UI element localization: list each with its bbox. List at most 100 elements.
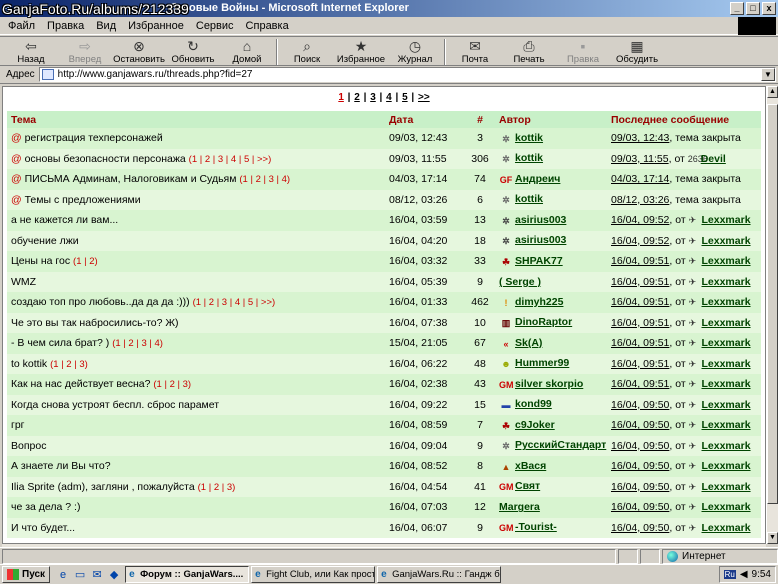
topic-pages[interactable]: (1 | 2 | 3 | 4) bbox=[239, 174, 290, 185]
last-post-link[interactable]: 16/04, 09:50 bbox=[611, 501, 669, 513]
last-author-link[interactable]: Lexxmark bbox=[702, 460, 751, 472]
last-post-link[interactable]: 16/04, 09:50 bbox=[611, 481, 669, 493]
last-post-link[interactable]: 16/04, 09:51 bbox=[611, 276, 669, 288]
topic-pages[interactable]: (1 | 2 | 3) bbox=[198, 482, 236, 493]
topic-link[interactable]: обучение лжи bbox=[11, 235, 79, 247]
author-link[interactable]: kond99 bbox=[515, 398, 552, 410]
author-link[interactable]: c9Joker bbox=[515, 419, 555, 431]
topic-link[interactable]: создаю топ про любовь..да да да :))) bbox=[11, 296, 190, 308]
last-author-link[interactable]: Lexxmark bbox=[702, 419, 751, 431]
last-post-link[interactable]: 04/03, 17:14 bbox=[611, 173, 669, 185]
last-post-link[interactable]: 16/04, 09:50 bbox=[611, 460, 669, 472]
menu-favorites[interactable]: Избранное bbox=[128, 20, 184, 32]
last-author-link[interactable]: Lexxmark bbox=[702, 255, 751, 267]
topic-link[interactable]: - В чем сила брат? ) bbox=[11, 337, 109, 349]
topic-link[interactable]: Темы с предложениями bbox=[25, 194, 141, 206]
topic-link[interactable]: Когда снова устроят беспл. сброс парамет bbox=[11, 399, 219, 411]
vertical-scrollbar[interactable]: ▲ ▼ bbox=[766, 86, 778, 544]
author-link[interactable]: SHPAK77 bbox=[515, 255, 563, 267]
back-button[interactable]: ⇦ Назад bbox=[4, 37, 58, 67]
task-forum[interactable]: Форум :: GanjaWars.... bbox=[125, 566, 250, 583]
topic-link[interactable]: А знаете ли Вы что? bbox=[11, 460, 111, 472]
page-link-next[interactable]: >> bbox=[418, 92, 430, 103]
last-post-link[interactable]: 16/04, 09:50 bbox=[611, 399, 669, 411]
mail-button[interactable]: ✉ Почта bbox=[448, 37, 502, 67]
last-author-link[interactable]: Lexxmark bbox=[702, 378, 751, 390]
last-post-link[interactable]: 16/04, 09:52 bbox=[611, 235, 669, 247]
author-link[interactable]: РусскийСтандарт bbox=[515, 439, 606, 451]
maximize-button[interactable]: □ bbox=[746, 2, 760, 15]
topic-pages[interactable]: (1 | 2 | 3 | 4 | 5 | >>) bbox=[193, 297, 276, 308]
topic-link[interactable]: грг bbox=[11, 419, 25, 431]
address-input[interactable]: http://www.ganjawars.ru/threads.php?fid=… bbox=[38, 67, 776, 82]
last-author-link[interactable]: Lexxmark bbox=[702, 358, 751, 370]
last-post-link[interactable]: 16/04, 09:50 bbox=[611, 440, 669, 452]
author-link[interactable]: dimyh225 bbox=[515, 296, 563, 308]
scroll-thumb[interactable] bbox=[767, 104, 778, 504]
menu-file[interactable]: Файл bbox=[8, 20, 35, 32]
author-link[interactable]: Sk(A) bbox=[515, 337, 542, 349]
menu-tools[interactable]: Сервис bbox=[196, 20, 234, 32]
topic-link[interactable]: Че это вы так набросились-то? Ж) bbox=[11, 317, 179, 329]
task-fightclub[interactable]: Fight Club, или Как прост... bbox=[251, 566, 376, 583]
last-author-link[interactable]: Lexxmark bbox=[702, 337, 751, 349]
topic-link[interactable]: И что будет... bbox=[11, 522, 75, 534]
last-post-link[interactable]: 16/04, 09:51 bbox=[611, 358, 669, 370]
last-post-link[interactable]: 16/04, 09:51 bbox=[611, 378, 669, 390]
topic-link[interactable]: Цены на гос bbox=[11, 255, 70, 267]
last-post-link[interactable]: 08/12, 03:26 bbox=[611, 194, 669, 206]
topic-link[interactable]: to kottik bbox=[11, 358, 47, 370]
topic-link[interactable]: основы безопасности персонажа bbox=[25, 153, 186, 165]
page-link-2[interactable]: 2 bbox=[354, 92, 360, 103]
author-link[interactable]: kottik bbox=[515, 193, 543, 205]
desktop-quicklaunch-icon[interactable]: ▭ bbox=[73, 568, 87, 582]
discuss-button[interactable]: ▦ Обсудить bbox=[610, 37, 664, 67]
last-author-link[interactable]: Devil bbox=[701, 153, 726, 165]
stop-button[interactable]: ⊗ Остановить bbox=[112, 37, 166, 67]
last-post-link[interactable]: 16/04, 09:50 bbox=[611, 522, 669, 534]
author-link[interactable]: asirius003 bbox=[515, 214, 566, 226]
menu-view[interactable]: Вид bbox=[96, 20, 116, 32]
last-post-link[interactable]: 09/03, 12:43 bbox=[611, 132, 669, 144]
last-post-link[interactable]: 16/04, 09:51 bbox=[611, 255, 669, 267]
last-author-link[interactable]: Lexxmark bbox=[702, 522, 751, 534]
last-author-link[interactable]: Lexxmark bbox=[702, 501, 751, 513]
topic-pages[interactable]: (1 | 2 | 3) bbox=[50, 359, 88, 370]
edit-button[interactable]: ▪ Правка bbox=[556, 37, 610, 67]
menu-edit[interactable]: Правка bbox=[47, 20, 84, 32]
task-ganjawars[interactable]: GanjaWars.Ru :: Гандж б... bbox=[377, 566, 502, 583]
page-link-5[interactable]: 5 bbox=[402, 92, 408, 103]
author-link[interactable]: хВася bbox=[515, 460, 546, 472]
outlook-quicklaunch-icon[interactable]: ✉ bbox=[90, 568, 104, 582]
topic-pages[interactable]: (1 | 2 | 3 | 4) bbox=[112, 338, 163, 349]
ie-quicklaunch-icon[interactable]: e bbox=[56, 568, 70, 582]
last-post-link[interactable]: 16/04, 09:51 bbox=[611, 296, 669, 308]
author-link[interactable]: Hummer99 bbox=[515, 357, 569, 369]
history-button[interactable]: ◷ Журнал bbox=[388, 37, 442, 67]
chevron-down-icon[interactable]: ▼ bbox=[761, 68, 775, 81]
topic-link[interactable]: Как на нас действует весна? bbox=[11, 378, 150, 390]
refresh-button[interactable]: ↻ Обновить bbox=[166, 37, 220, 67]
author-link[interactable]: Свят bbox=[515, 480, 540, 492]
last-author-link[interactable]: Lexxmark bbox=[702, 317, 751, 329]
menu-help[interactable]: Справка bbox=[246, 20, 289, 32]
author-link[interactable]: kottik bbox=[515, 132, 543, 144]
start-button[interactable]: Пуск bbox=[2, 566, 51, 583]
author-link[interactable]: DinoRaptor bbox=[515, 316, 572, 328]
last-post-link[interactable]: 09/03, 11:55 bbox=[611, 153, 669, 165]
last-author-link[interactable]: Lexxmark bbox=[702, 276, 751, 288]
last-author-link[interactable]: Lexxmark bbox=[702, 296, 751, 308]
scroll-up-icon[interactable]: ▲ bbox=[767, 86, 778, 98]
search-button[interactable]: ⌕ Поиск bbox=[280, 37, 334, 67]
topic-link[interactable]: ПИСЬМА Админам, Налоговикам и Судьям bbox=[25, 173, 237, 185]
app-quicklaunch-icon[interactable]: ◆ bbox=[107, 568, 121, 582]
topic-link[interactable]: а не кажется ли вам... bbox=[11, 214, 118, 226]
last-post-link[interactable]: 16/04, 09:51 bbox=[611, 337, 669, 349]
author-link[interactable]: -Tourist- bbox=[515, 521, 557, 533]
last-post-link[interactable]: 16/04, 09:50 bbox=[611, 419, 669, 431]
language-indicator[interactable]: Ru bbox=[723, 570, 736, 579]
last-author-link[interactable]: Lexxmark bbox=[702, 235, 751, 247]
author-link[interactable]: kottik bbox=[515, 152, 543, 164]
page-link-3[interactable]: 3 bbox=[370, 92, 376, 103]
page-link-4[interactable]: 4 bbox=[386, 92, 392, 103]
